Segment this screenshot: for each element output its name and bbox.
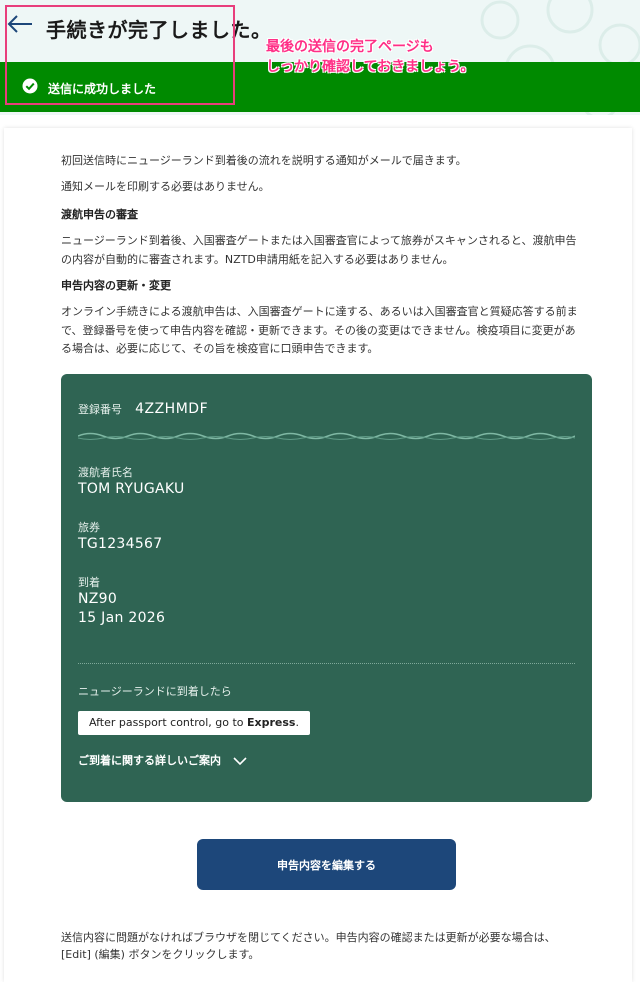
decorative-divider [78,432,575,440]
traveller-name: TOM RYUGAKU [78,481,185,497]
arrival-instruction-box: After passport control, go to Express. [78,711,310,735]
instruction-text: After passport control, go to [89,716,248,729]
section-update-text-2: で、登録番号を使って申告内容を確認・更新できます。その後の変更はできません。検疫… [61,324,576,337]
footer-text-2: [Edit] (編集) ボタンをクリックします。 [61,948,260,961]
section-review-text-1: ニュージーランド到着後、入国審査ゲートまたは入国審査官によって旅券がスキャンされ… [61,234,577,247]
intro-text-2: 通知メールを印刷する必要はありません。 [61,180,270,193]
arrival-details-label: ご到着に関する詳しいご案内 [78,754,221,767]
instruction-suffix: . [295,716,299,729]
traveller-name-label: 渡航者氏名 [78,466,133,479]
registration-label: 登録番号 [78,403,122,416]
arrival-label: 到着 [78,576,100,589]
registration-number: 4ZZHMDF [135,401,209,417]
section-update-text-3: る場合は、必要に応じて、その旨を検疫官に口頭申告できます。 [61,342,379,355]
annotation-highlight-box [5,5,235,105]
section-review-text-2: の内容が自動的に審査されます。NZTD申請用紙を記入する必要はありません。 [61,253,454,266]
passport-label: 旅券 [78,521,100,534]
chevron-down-icon [233,756,247,765]
section-heading-update: 申告内容の更新・変更 [61,279,171,292]
flight-number: NZ90 [78,591,118,607]
section-update-text-1: オンライン手続きによる渡航申告は、入国審査ゲートに達する、あるいは入国審査官と質… [61,305,578,318]
passport-number: TG1234567 [78,536,163,552]
declaration-summary-card: 登録番号 4ZZHMDF 渡航者氏名 TOM RYUGAKU 旅券 TG1234… [61,374,592,802]
annotation-note: 最後の送信の完了ページも しっかり確認しておきましょう。 [266,37,474,77]
card-divider [78,663,575,664]
on-arrival-label: ニュージーランドに到着したら [78,685,232,698]
edit-declaration-button[interactable]: 申告内容を編集する [197,839,456,890]
arrival-details-toggle[interactable]: ご到着に関する詳しいご案内 [78,752,247,768]
registration-row: 登録番号 4ZZHMDF [78,398,208,417]
intro-text-1: 初回送信時にニュージーランド到着後の流れを説明する通知がメールで届きます。 [61,154,467,167]
annotation-line-2: しっかり確認しておきましょう。 [266,59,475,75]
section-heading-review: 渡航申告の審査 [61,208,138,221]
arrival-date: 15 Jan 2026 [78,610,166,626]
annotation-line-1: 最後の送信の完了ページも [266,39,434,55]
instruction-emphasis: Express [247,716,296,729]
